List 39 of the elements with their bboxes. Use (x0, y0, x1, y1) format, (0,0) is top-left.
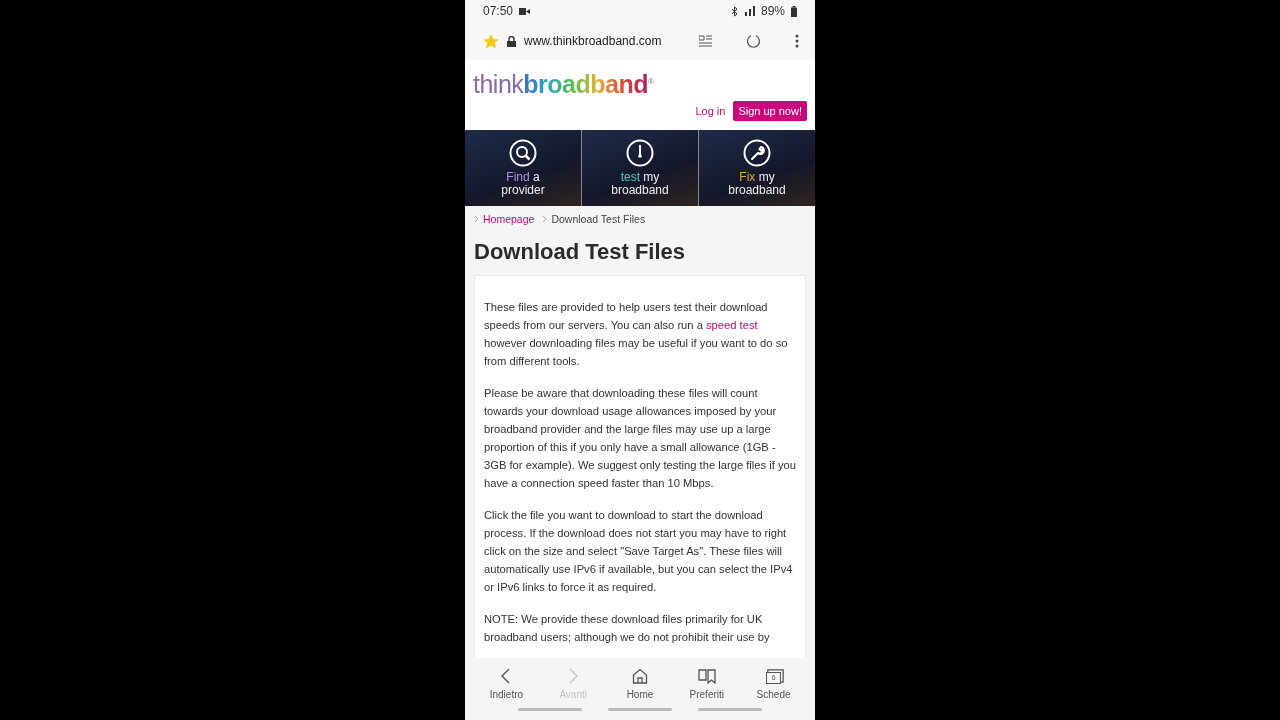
reader-icon[interactable] (699, 35, 712, 47)
chevron-icon (542, 215, 548, 223)
battery-level: 89% (760, 4, 785, 18)
breadcrumb-current: Download Test Files (551, 213, 646, 225)
paragraph: Click the file you want to download to start the download process. If the download does not start you may have to right click on the size and select "Save Target As". These files will automatically use IPv6 if available, but you can select the IPv4 or IPv6 links to force it as required. (484, 508, 794, 595)
toolbar-button[interactable]: Preferiti (678, 664, 735, 700)
paragraph: Please be aware that downloading these files will count towards your download usage allowances imposed by your broadband provider and the large files may use up a large proportion of this if you only have a small allowance (1GB - 3GB for example). We suggest only testing the large files if you have a connection speed faster than 10 Mbps. (484, 386, 796, 491)
bluetooth-icon (730, 5, 738, 17)
chevron-icon (474, 215, 479, 223)
battery-icon (791, 5, 797, 17)
star-icon[interactable] (483, 33, 499, 49)
camera-icon (519, 7, 531, 15)
nav-tile[interactable]: Find a provider (465, 130, 581, 206)
home-icon (632, 668, 648, 684)
tile-label: test my broadband (611, 171, 669, 197)
nav-tile[interactable]: Fix my broadband (699, 130, 815, 206)
paragraph: NOTE: We provide these download files primarily for UK broadband users; although we do not prohibit their use by (484, 612, 771, 645)
nav-tile[interactable]: test my broadband (582, 130, 698, 206)
lock-icon (507, 35, 516, 47)
signal-icon (743, 6, 755, 16)
paragraph: These files are provided to help users test their download speeds from our servers. You can also run a speed test however downloading files may be useful if you want to do so from different tools. (484, 300, 789, 369)
page-title: Download Test Files (474, 239, 687, 265)
signup-button[interactable]: Sign up now! (733, 101, 807, 121)
search-icon (509, 139, 537, 167)
reload-icon[interactable] (746, 33, 761, 49)
url-text[interactable]: www.thinkbroadband.com (524, 34, 691, 48)
speed-test-link[interactable]: speed test (706, 319, 758, 331)
tile-label: Find a provider (501, 171, 545, 197)
wrench-icon (743, 139, 771, 167)
tile-label: Fix my broadband (728, 171, 786, 197)
login-link[interactable]: Log in (695, 105, 726, 117)
book-icon (697, 669, 716, 684)
toolbar-button[interactable]: Indietro (478, 664, 535, 700)
breadcrumb-link[interactable]: Homepage (483, 213, 535, 225)
clock: 07:50 (483, 4, 514, 18)
toolbar-button[interactable]: Home (612, 664, 668, 700)
gauge-icon (626, 139, 654, 167)
menu-icon[interactable] (795, 34, 799, 48)
forward-icon (567, 668, 580, 684)
